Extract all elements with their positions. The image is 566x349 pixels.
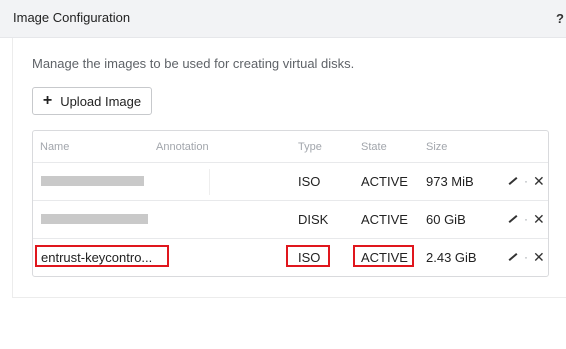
- column-divider: [209, 169, 210, 195]
- help-icon[interactable]: ?: [556, 11, 564, 26]
- row-actions: · ✕: [507, 250, 545, 264]
- row-size: 60 GiB: [426, 212, 466, 227]
- row-size: 973 MiB: [426, 174, 474, 189]
- page-title: Image Configuration: [13, 10, 131, 25]
- action-separator: ·: [524, 250, 528, 264]
- edit-icon[interactable]: [507, 175, 519, 187]
- highlight-box-name: [35, 245, 169, 267]
- row-type: DISK: [298, 212, 329, 227]
- row-actions: · ✕: [507, 174, 545, 188]
- delete-icon[interactable]: ✕: [533, 212, 545, 226]
- upload-image-button[interactable]: + Upload Image: [32, 87, 152, 115]
- edit-icon[interactable]: [507, 251, 519, 263]
- highlight-box-type: [286, 245, 330, 267]
- table-row[interactable]: DISK ACTIVE 60 GiB · ✕: [33, 200, 548, 238]
- row-type: ISO: [298, 174, 321, 189]
- action-separator: ·: [524, 174, 528, 188]
- plus-icon: +: [42, 92, 53, 109]
- highlight-box-state: [353, 245, 414, 267]
- edit-icon[interactable]: [507, 213, 519, 225]
- delete-icon[interactable]: ✕: [533, 174, 545, 188]
- column-header-name[interactable]: Name: [40, 141, 69, 153]
- column-header-annotation[interactable]: Annotation: [156, 141, 209, 153]
- redacted-name: [41, 176, 144, 186]
- delete-icon[interactable]: ✕: [533, 250, 545, 264]
- action-separator: ·: [524, 212, 528, 226]
- table-row[interactable]: ISO ACTIVE 973 MiB · ✕: [33, 162, 548, 200]
- column-header-type[interactable]: Type: [298, 141, 322, 153]
- column-header-state[interactable]: State: [361, 141, 387, 153]
- row-state: ACTIVE: [361, 212, 408, 227]
- column-header-size[interactable]: Size: [426, 141, 447, 153]
- row-actions: · ✕: [507, 212, 545, 226]
- row-state: ACTIVE: [361, 174, 408, 189]
- panel-header: Image Configuration ?: [0, 0, 566, 38]
- upload-image-label: Upload Image: [60, 93, 142, 109]
- redacted-name: [41, 214, 148, 224]
- row-size: 2.43 GiB: [426, 250, 477, 265]
- description-text: Manage the images to be used for creatin…: [32, 56, 355, 71]
